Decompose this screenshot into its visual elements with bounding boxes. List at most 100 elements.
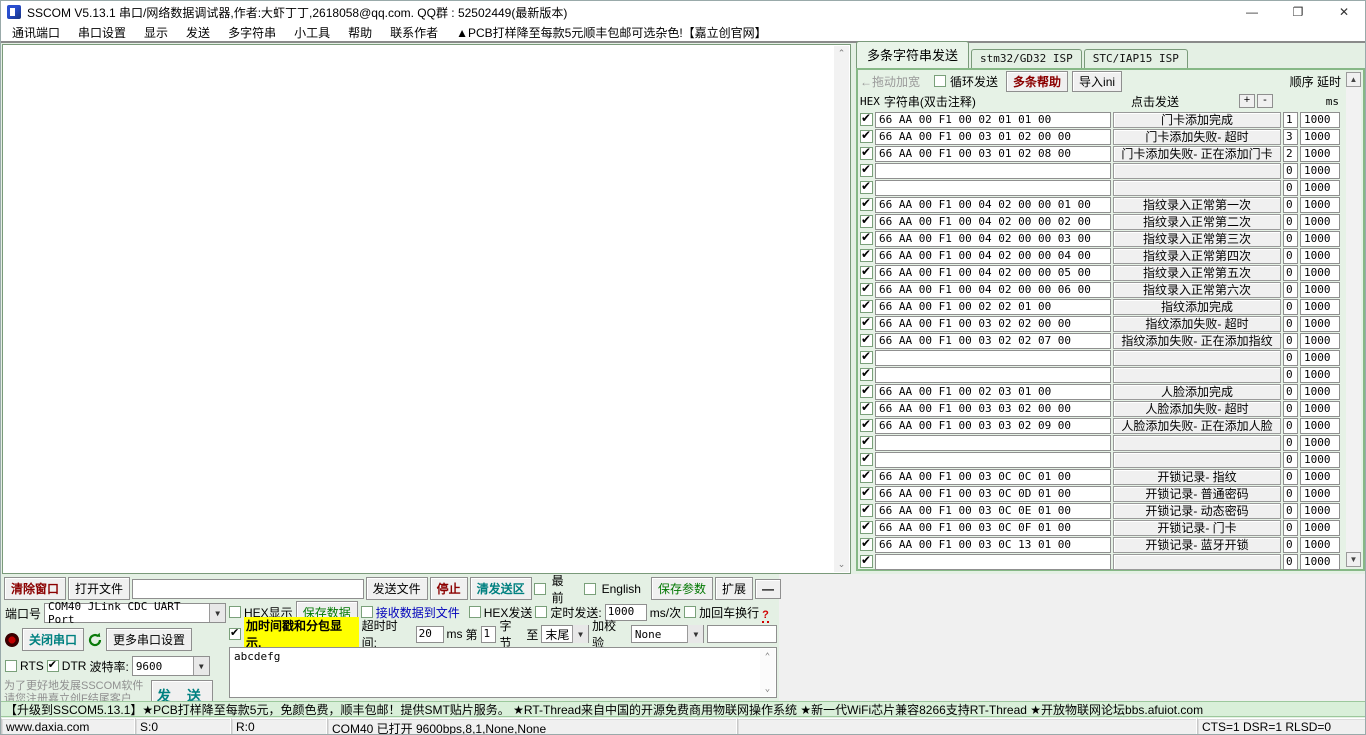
delay-input[interactable]: 1000 bbox=[1300, 214, 1340, 230]
send-string-button[interactable] bbox=[1113, 554, 1281, 570]
panel-scrollbar[interactable]: ▲ ▼ bbox=[1346, 72, 1361, 567]
send-string-button[interactable]: 指纹录入正常第三次 bbox=[1113, 231, 1281, 247]
receive-area[interactable]: ⌃ ⌄ bbox=[2, 44, 851, 574]
delay-input[interactable]: 1000 bbox=[1300, 316, 1340, 332]
delay-input[interactable]: 1000 bbox=[1300, 554, 1340, 570]
delay-input[interactable]: 1000 bbox=[1300, 282, 1340, 298]
scroll-down-icon[interactable]: ▼ bbox=[1346, 552, 1361, 567]
english-label[interactable]: English bbox=[602, 582, 641, 596]
hex-string-input[interactable] bbox=[875, 163, 1111, 179]
sequence-input[interactable]: 0 bbox=[1283, 452, 1298, 468]
hex-string-input[interactable]: 66 AA 00 F1 00 04 02 00 00 03 00 bbox=[875, 231, 1111, 247]
tab-stm32-gd32-isp[interactable]: stm32/GD32 ISP bbox=[971, 49, 1082, 68]
sequence-input[interactable]: 0 bbox=[1283, 435, 1298, 451]
clear-window-button[interactable]: 清除窗口 bbox=[4, 577, 66, 600]
delay-input[interactable]: 1000 bbox=[1300, 469, 1340, 485]
send-string-button[interactable]: 人脸添加失败- 超时 bbox=[1113, 401, 1281, 417]
baud-combobox[interactable]: 9600 ▼ bbox=[132, 656, 210, 676]
timestamp-checkbox[interactable] bbox=[229, 628, 241, 640]
send-string-button[interactable]: 开锁记录- 蓝牙开锁 bbox=[1113, 537, 1281, 553]
hex-checkbox[interactable] bbox=[860, 487, 873, 500]
hex-checkbox[interactable] bbox=[860, 538, 873, 551]
stop-button[interactable]: 停止 bbox=[430, 577, 468, 600]
scroll-down-icon[interactable]: ⌄ bbox=[760, 681, 775, 696]
drag-widen-label[interactable]: ←拖动加宽 bbox=[860, 73, 920, 90]
send-string-button[interactable]: 指纹录入正常第一次 bbox=[1113, 197, 1281, 213]
hex-string-input[interactable] bbox=[875, 554, 1111, 570]
dtr-checkbox[interactable] bbox=[47, 660, 59, 672]
hex-string-input[interactable]: 66 AA 00 F1 00 03 03 02 00 00 bbox=[875, 401, 1111, 417]
send-string-button[interactable]: 开锁记录- 指纹 bbox=[1113, 469, 1281, 485]
delay-input[interactable]: 1000 bbox=[1300, 129, 1340, 145]
send-string-button[interactable]: 指纹录入正常第五次 bbox=[1113, 265, 1281, 281]
send-string-button[interactable]: 指纹录入正常第四次 bbox=[1113, 248, 1281, 264]
send-string-button[interactable]: 门卡添加失败- 超时 bbox=[1113, 129, 1281, 145]
port-combobox[interactable]: COM40 JLink CDC UART Port ▼ bbox=[44, 603, 226, 623]
send-string-button[interactable]: 指纹录入正常第六次 bbox=[1113, 282, 1281, 298]
hex-checkbox[interactable] bbox=[860, 385, 873, 398]
chevron-down-icon[interactable]: ▼ bbox=[572, 625, 588, 643]
menu-item[interactable]: 发送 bbox=[177, 24, 219, 41]
hex-checkbox[interactable] bbox=[860, 181, 873, 194]
delay-input[interactable]: 1000 bbox=[1300, 146, 1340, 162]
english-checkbox[interactable] bbox=[584, 583, 596, 595]
delay-input[interactable]: 1000 bbox=[1300, 418, 1340, 434]
hex-send-checkbox[interactable] bbox=[469, 606, 481, 618]
delay-input[interactable]: 1000 bbox=[1300, 384, 1340, 400]
delay-input[interactable]: 1000 bbox=[1300, 163, 1340, 179]
delay-input[interactable]: 1000 bbox=[1300, 231, 1340, 247]
status-website[interactable]: www.daxia.com bbox=[1, 718, 135, 735]
hex-string-input[interactable]: 66 AA 00 F1 00 04 02 00 00 04 00 bbox=[875, 248, 1111, 264]
hex-string-input[interactable]: 66 AA 00 F1 00 04 02 00 00 05 00 bbox=[875, 265, 1111, 281]
promo-text[interactable]: 【升级到SSCOM5.13.1】★PCB打样降至每款5元，免颜色费，顺丰包邮！提… bbox=[5, 701, 1203, 717]
timed-send-checkbox[interactable] bbox=[535, 606, 547, 618]
receive-scrollbar[interactable]: ⌃ ⌄ bbox=[834, 46, 849, 572]
timestamp-label[interactable]: 加时间戳和分包显示, bbox=[244, 617, 359, 651]
scroll-up-icon[interactable]: ⌃ bbox=[760, 649, 775, 664]
add-row-button[interactable]: + bbox=[1239, 94, 1255, 108]
sequence-input[interactable]: 0 bbox=[1283, 418, 1298, 434]
save-params-button[interactable]: 保存参数 bbox=[651, 577, 713, 600]
sequence-input[interactable]: 0 bbox=[1283, 554, 1298, 570]
rts-checkbox[interactable] bbox=[5, 660, 17, 672]
send-string-button[interactable]: 门卡添加失败- 正在添加门卡 bbox=[1113, 146, 1281, 162]
tab-stc-iap15-isp[interactable]: STC/IAP15 ISP bbox=[1084, 49, 1188, 68]
import-ini-button[interactable]: 导入ini bbox=[1072, 71, 1122, 92]
hex-string-input[interactable]: 66 AA 00 F1 00 03 02 02 07 00 bbox=[875, 333, 1111, 349]
checksum-combobox[interactable]: None ▼ bbox=[631, 625, 705, 643]
minimize-button[interactable]: — bbox=[1229, 1, 1275, 23]
send-string-button[interactable]: 指纹添加失败- 超时 bbox=[1113, 316, 1281, 332]
file-path-input[interactable] bbox=[132, 579, 364, 599]
sequence-input[interactable]: 0 bbox=[1283, 265, 1298, 281]
hex-checkbox[interactable] bbox=[860, 249, 873, 262]
hex-checkbox[interactable] bbox=[860, 317, 873, 330]
send-string-button[interactable]: 开锁记录- 门卡 bbox=[1113, 520, 1281, 536]
delay-input[interactable]: 1000 bbox=[1300, 299, 1340, 315]
sequence-input[interactable]: 0 bbox=[1283, 503, 1298, 519]
delay-input[interactable]: 1000 bbox=[1300, 350, 1340, 366]
hex-checkbox[interactable] bbox=[860, 436, 873, 449]
hex-string-input[interactable]: 66 AA 00 F1 00 03 0C 0F 01 00 bbox=[875, 520, 1111, 536]
sequence-input[interactable]: 1 bbox=[1283, 112, 1298, 128]
menu-item[interactable]: 多字符串 bbox=[219, 24, 285, 41]
delay-input[interactable]: 1000 bbox=[1300, 537, 1340, 553]
delay-input[interactable]: 1000 bbox=[1300, 112, 1340, 128]
hex-string-input[interactable] bbox=[875, 367, 1111, 383]
send-string-button[interactable] bbox=[1113, 435, 1281, 451]
send-string-button[interactable] bbox=[1113, 350, 1281, 366]
send-string-button[interactable] bbox=[1113, 163, 1281, 179]
delay-input[interactable]: 1000 bbox=[1300, 180, 1340, 196]
chevron-down-icon[interactable]: ▼ bbox=[687, 625, 703, 643]
delay-input[interactable]: 1000 bbox=[1300, 265, 1340, 281]
sequence-input[interactable]: 0 bbox=[1283, 350, 1298, 366]
send-text-area[interactable]: abcdefg ⌃ ⌄ bbox=[229, 647, 777, 698]
hex-checkbox[interactable] bbox=[860, 453, 873, 466]
delay-input[interactable]: 1000 bbox=[1300, 520, 1340, 536]
hex-display-checkbox[interactable] bbox=[229, 606, 241, 618]
menu-item[interactable]: 通讯端口 bbox=[3, 24, 69, 41]
hex-string-input[interactable] bbox=[875, 452, 1111, 468]
menu-item[interactable]: 帮助 bbox=[339, 24, 381, 41]
sequence-input[interactable]: 0 bbox=[1283, 214, 1298, 230]
to-combobox[interactable]: 末尾 ▼ bbox=[541, 625, 589, 643]
hex-checkbox[interactable] bbox=[860, 555, 873, 568]
